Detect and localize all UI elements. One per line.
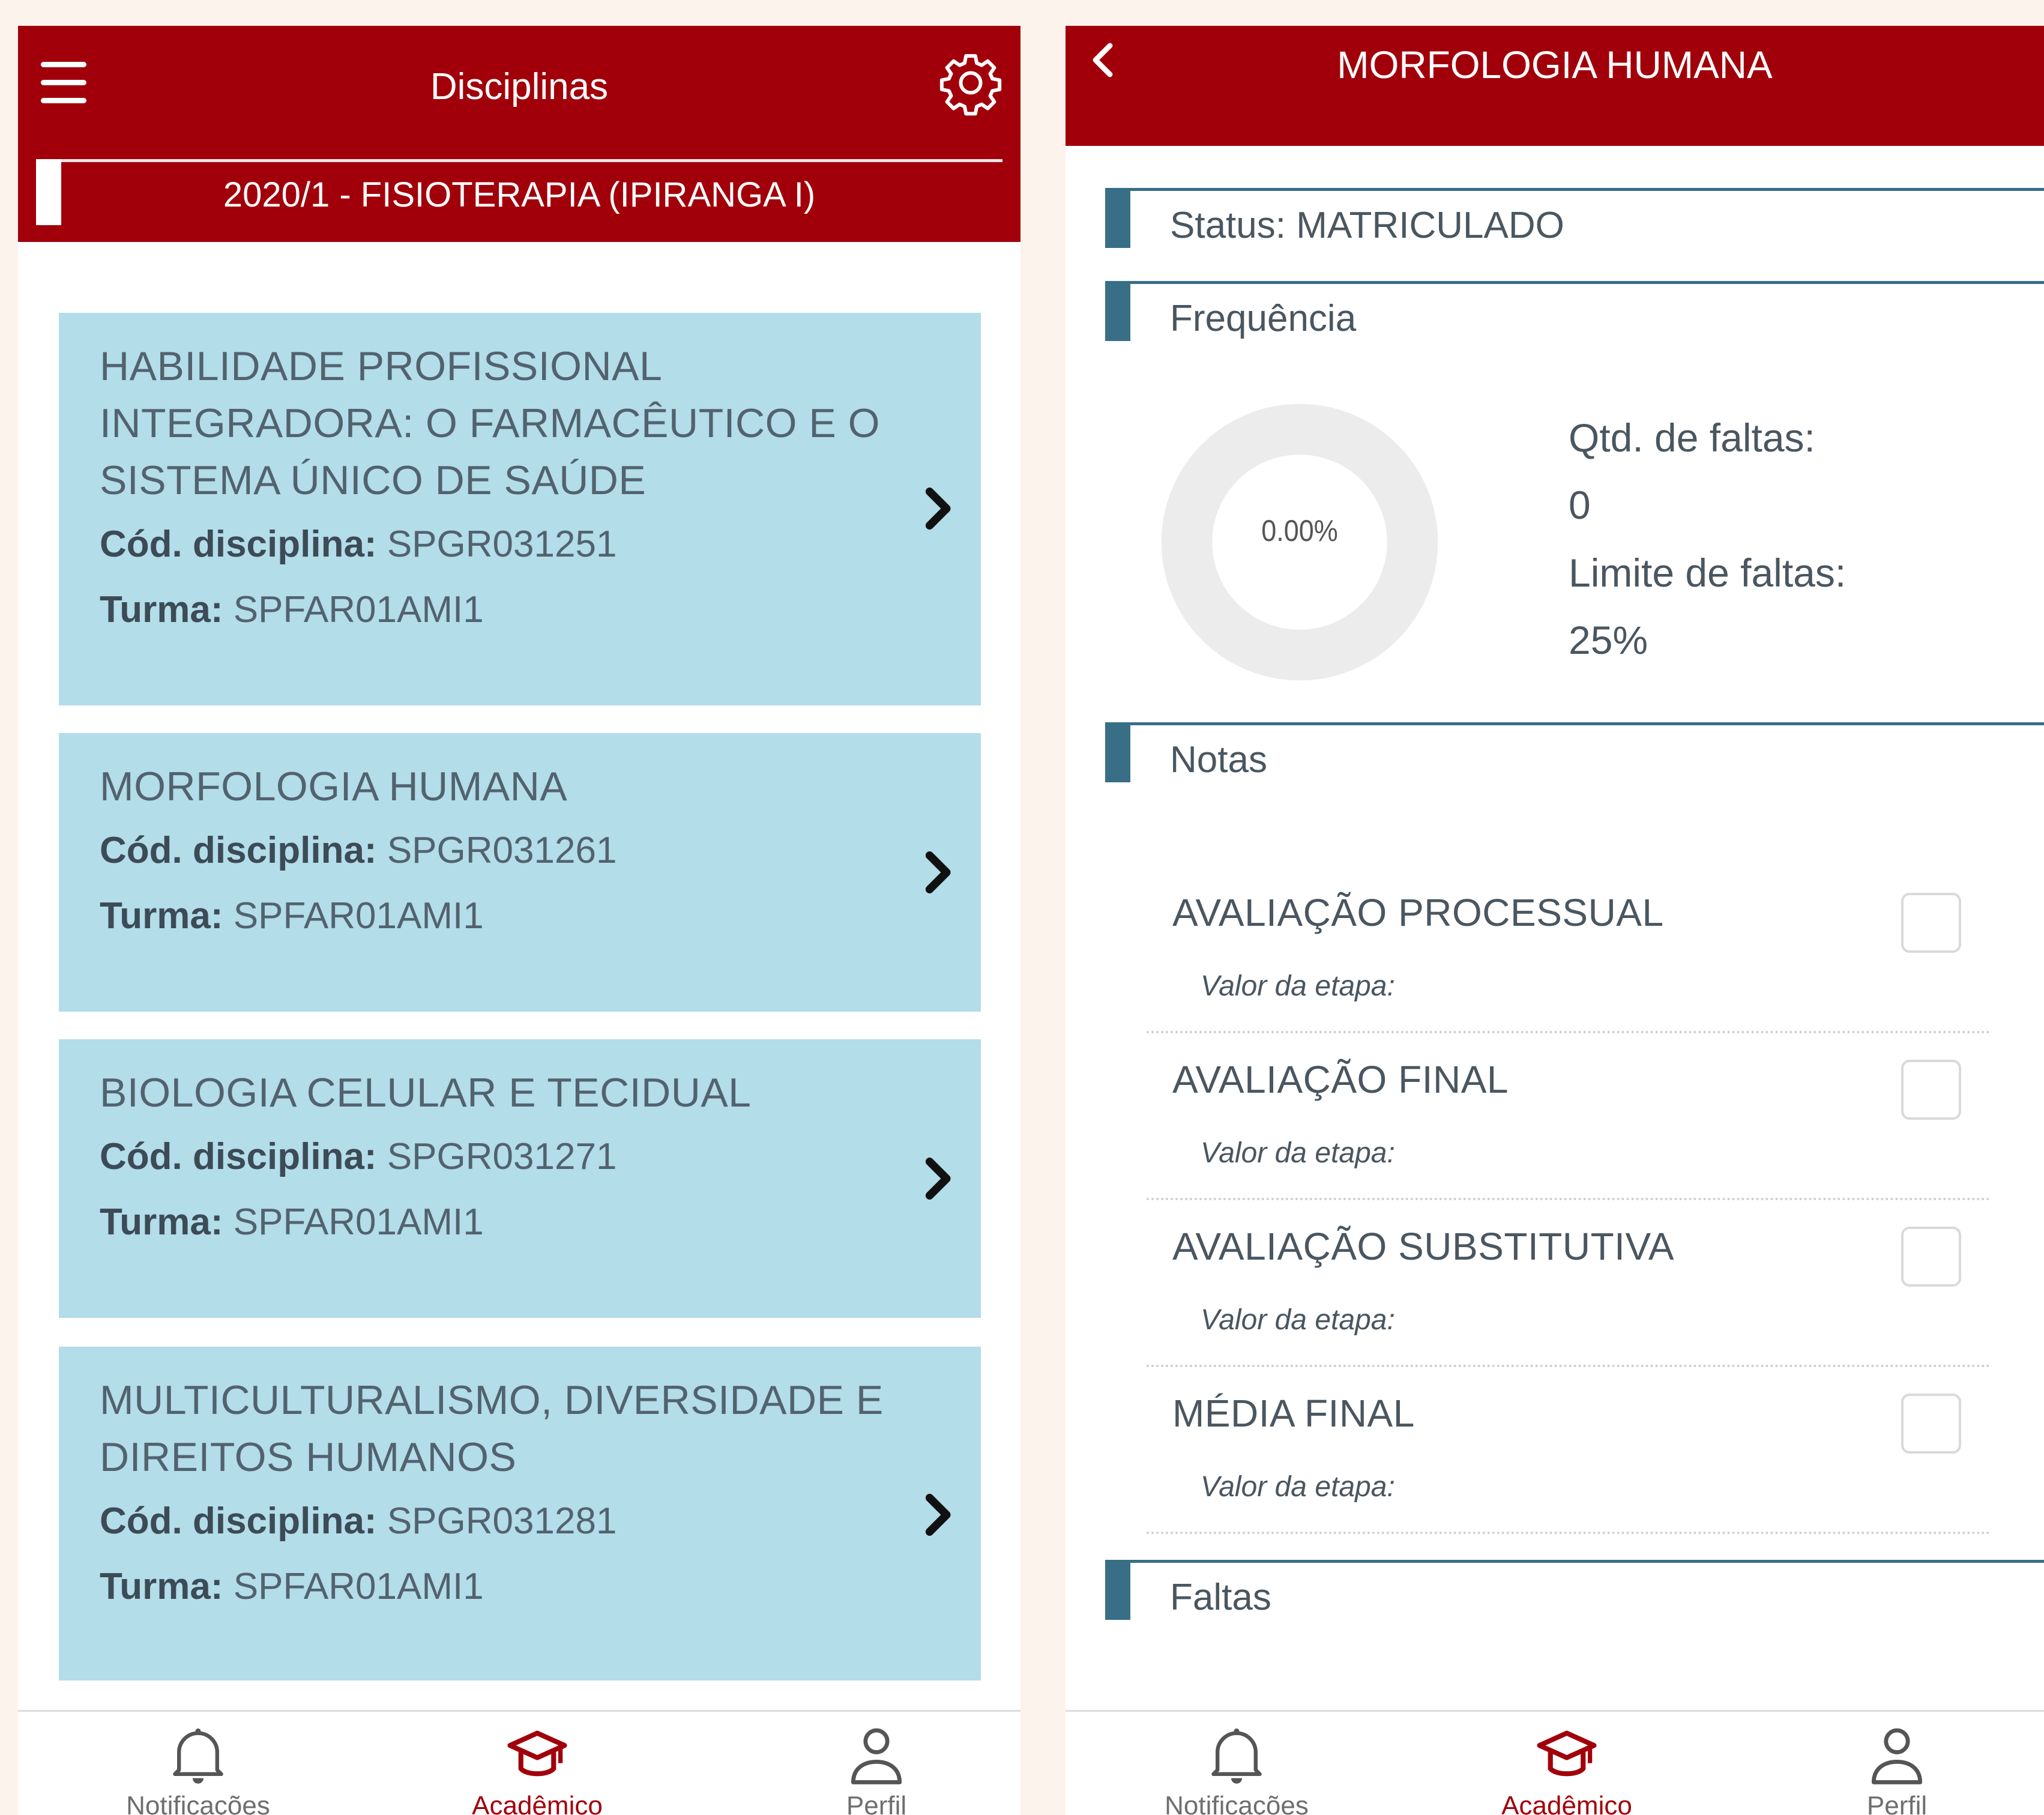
discipline-class-row: Turma: SPFAR01AMI1 bbox=[100, 1192, 981, 1252]
discipline-code-row: Cód. disciplina: SPGR031251 bbox=[100, 509, 981, 580]
code-label: Cód. disciplina: bbox=[100, 830, 377, 871]
class-label: Turma: bbox=[100, 1201, 223, 1243]
nav-academic[interactable]: Acadêmico bbox=[417, 1712, 657, 1815]
nav-academic-label: Acadêmico bbox=[472, 1791, 603, 1815]
chevron-right-icon[interactable] bbox=[923, 487, 954, 530]
grades-section: Notas bbox=[1105, 722, 2044, 782]
class-label: Turma: bbox=[100, 895, 223, 937]
absences-value: 0 bbox=[1569, 483, 1591, 527]
app-header: MORFOLOGIA HUMANA bbox=[1066, 26, 2044, 146]
nav-notifications[interactable]: Notificações bbox=[1117, 1712, 1357, 1815]
frequency-percent: 0.00% bbox=[1261, 514, 1338, 548]
app-header: Disciplinas 2020/1 - FISIOTERAPIA (IPIRA… bbox=[18, 26, 1020, 242]
section-accent bbox=[1105, 191, 1130, 248]
page-title: Disciplinas bbox=[430, 66, 609, 107]
discipline-class: SPFAR01AMI1 bbox=[233, 895, 484, 937]
section-accent bbox=[1105, 1563, 1130, 1620]
discipline-code: SPGR031271 bbox=[387, 1136, 617, 1177]
graduation-cap-icon bbox=[507, 1730, 567, 1777]
section-accent bbox=[1105, 725, 1130, 782]
grade-name: AVALIAÇÃO SUBSTITUTIVA bbox=[1172, 1225, 1675, 1268]
discipline-code: SPGR031281 bbox=[387, 1500, 617, 1542]
bottom-nav: Notificações Acadêmico Perfil bbox=[18, 1710, 1020, 1815]
nav-profile[interactable]: Perfil bbox=[1777, 1712, 2017, 1815]
nav-academic[interactable]: Acadêmico bbox=[1447, 1712, 1687, 1815]
discipline-code: SPGR031261 bbox=[387, 830, 617, 871]
chevron-right-icon[interactable] bbox=[923, 1493, 954, 1536]
absences-label: Qtd. de faltas: bbox=[1569, 415, 1815, 460]
absence-limit-label: Limite de faltas: bbox=[1569, 551, 1847, 595]
bottom-nav: Notificações Acadêmico Perfil bbox=[1066, 1710, 2044, 1815]
discipline-card[interactable]: HABILIDADE PROFISSIONAL INTEGRADORA: O F… bbox=[59, 313, 981, 705]
grade-stage-value: Valor da etapa: bbox=[1201, 1471, 1395, 1503]
grade-name: MÉDIA FINAL bbox=[1172, 1392, 1415, 1435]
chevron-right-icon[interactable] bbox=[923, 851, 954, 894]
gear-icon[interactable] bbox=[938, 50, 1004, 116]
frequency-section: Frequência bbox=[1105, 281, 2044, 341]
discipline-name: HABILIDADE PROFISSIONAL INTEGRADORA: O F… bbox=[100, 343, 881, 503]
discipline-code: SPGR031251 bbox=[387, 524, 617, 565]
code-label: Cód. disciplina: bbox=[100, 1136, 377, 1177]
class-label: Turma: bbox=[100, 1566, 223, 1607]
grade-stage-value: Valor da etapa: bbox=[1201, 970, 1395, 1002]
grade-value-box bbox=[1901, 1227, 1961, 1287]
grades-title: Notas bbox=[1170, 739, 1267, 781]
nav-academic-label: Acadêmico bbox=[1501, 1791, 1632, 1815]
nav-profile-label: Perfil bbox=[846, 1791, 907, 1815]
nav-profile[interactable]: Perfil bbox=[756, 1712, 996, 1815]
discipline-card[interactable]: MULTICULTURALISMO, DIVERSIDADE E DIREITO… bbox=[59, 1347, 981, 1681]
chevron-right-icon[interactable] bbox=[923, 1157, 954, 1200]
discipline-name: MORFOLOGIA HUMANA bbox=[100, 764, 568, 809]
discipline-card[interactable]: BIOLOGIA CELULAR E TECIDUAL Cód. discipl… bbox=[59, 1039, 981, 1318]
grade-item: AVALIAÇÃO FINAL Valor da etapa: bbox=[1147, 1033, 1990, 1200]
user-icon bbox=[851, 1728, 902, 1784]
status-text: Status: MATRICULADO bbox=[1170, 205, 1564, 246]
grade-item: MÉDIA FINAL Valor da etapa: bbox=[1147, 1367, 1990, 1534]
grade-item: AVALIAÇÃO SUBSTITUTIVA Valor da etapa: bbox=[1147, 1200, 1990, 1367]
nav-notifications[interactable]: Notificações bbox=[78, 1712, 318, 1815]
grade-name: AVALIAÇÃO PROCESSUAL bbox=[1172, 891, 1664, 934]
discipline-code-row: Cód. disciplina: SPGR031261 bbox=[100, 815, 981, 886]
discipline-class-row: Turma: SPFAR01AMI1 bbox=[100, 886, 981, 946]
graduation-cap-icon bbox=[1537, 1730, 1597, 1777]
grade-item: AVALIAÇÃO PROCESSUAL Valor da etapa: bbox=[1147, 866, 1990, 1033]
header-divider bbox=[58, 159, 1002, 162]
section-accent bbox=[1105, 284, 1130, 341]
grade-value-box bbox=[1901, 1060, 1961, 1120]
nav-notifications-label: Notificações bbox=[126, 1791, 270, 1815]
discipline-detail-screen: MORFOLOGIA HUMANA Status: MATRICULADO Fr… bbox=[1066, 26, 2044, 1815]
discipline-code-row: Cód. disciplina: SPGR031281 bbox=[100, 1486, 981, 1557]
discipline-class-row: Turma: SPFAR01AMI1 bbox=[100, 1557, 981, 1617]
code-label: Cód. disciplina: bbox=[100, 524, 377, 565]
disciplines-screen: Disciplinas 2020/1 - FISIOTERAPIA (IPIRA… bbox=[18, 26, 1020, 1815]
frequency-title: Frequência bbox=[1170, 298, 1357, 339]
discipline-class: SPFAR01AMI1 bbox=[233, 1566, 484, 1607]
nav-notifications-label: Notificações bbox=[1165, 1791, 1309, 1815]
discipline-name: MULTICULTURALISMO, DIVERSIDADE E DIREITO… bbox=[100, 1377, 884, 1480]
discipline-class-row: Turma: SPFAR01AMI1 bbox=[100, 580, 981, 640]
discipline-code-row: Cód. disciplina: SPGR031271 bbox=[100, 1122, 981, 1192]
discipline-name: BIOLOGIA CELULAR E TECIDUAL bbox=[100, 1070, 752, 1116]
absences-section[interactable]: Faltas bbox=[1105, 1560, 2044, 1620]
discipline-class: SPFAR01AMI1 bbox=[233, 589, 484, 630]
bell-icon bbox=[1211, 1728, 1262, 1784]
bell-icon bbox=[173, 1728, 223, 1784]
grade-value-box bbox=[1901, 1394, 1961, 1454]
absence-limit-value: 25% bbox=[1569, 618, 1648, 662]
course-selector[interactable]: 2020/1 - FISIOTERAPIA (IPIRANGA I) bbox=[18, 175, 1020, 215]
grade-value-box bbox=[1901, 893, 1961, 953]
grade-stage-value: Valor da etapa: bbox=[1201, 1304, 1395, 1336]
discipline-class: SPFAR01AMI1 bbox=[233, 1201, 484, 1243]
discipline-card[interactable]: MORFOLOGIA HUMANA Cód. disciplina: SPGR0… bbox=[59, 733, 981, 1012]
status-section: Status: MATRICULADO bbox=[1105, 188, 2044, 248]
user-icon bbox=[1871, 1728, 1923, 1784]
class-label: Turma: bbox=[100, 589, 223, 630]
page-title: MORFOLOGIA HUMANA bbox=[1337, 43, 1773, 86]
grade-stage-value: Valor da etapa: bbox=[1201, 1137, 1395, 1169]
nav-profile-label: Perfil bbox=[1866, 1791, 1928, 1815]
code-label: Cód. disciplina: bbox=[100, 1500, 377, 1542]
absences-title: Faltas bbox=[1170, 1577, 1271, 1618]
grade-name: AVALIAÇÃO FINAL bbox=[1172, 1058, 1509, 1101]
